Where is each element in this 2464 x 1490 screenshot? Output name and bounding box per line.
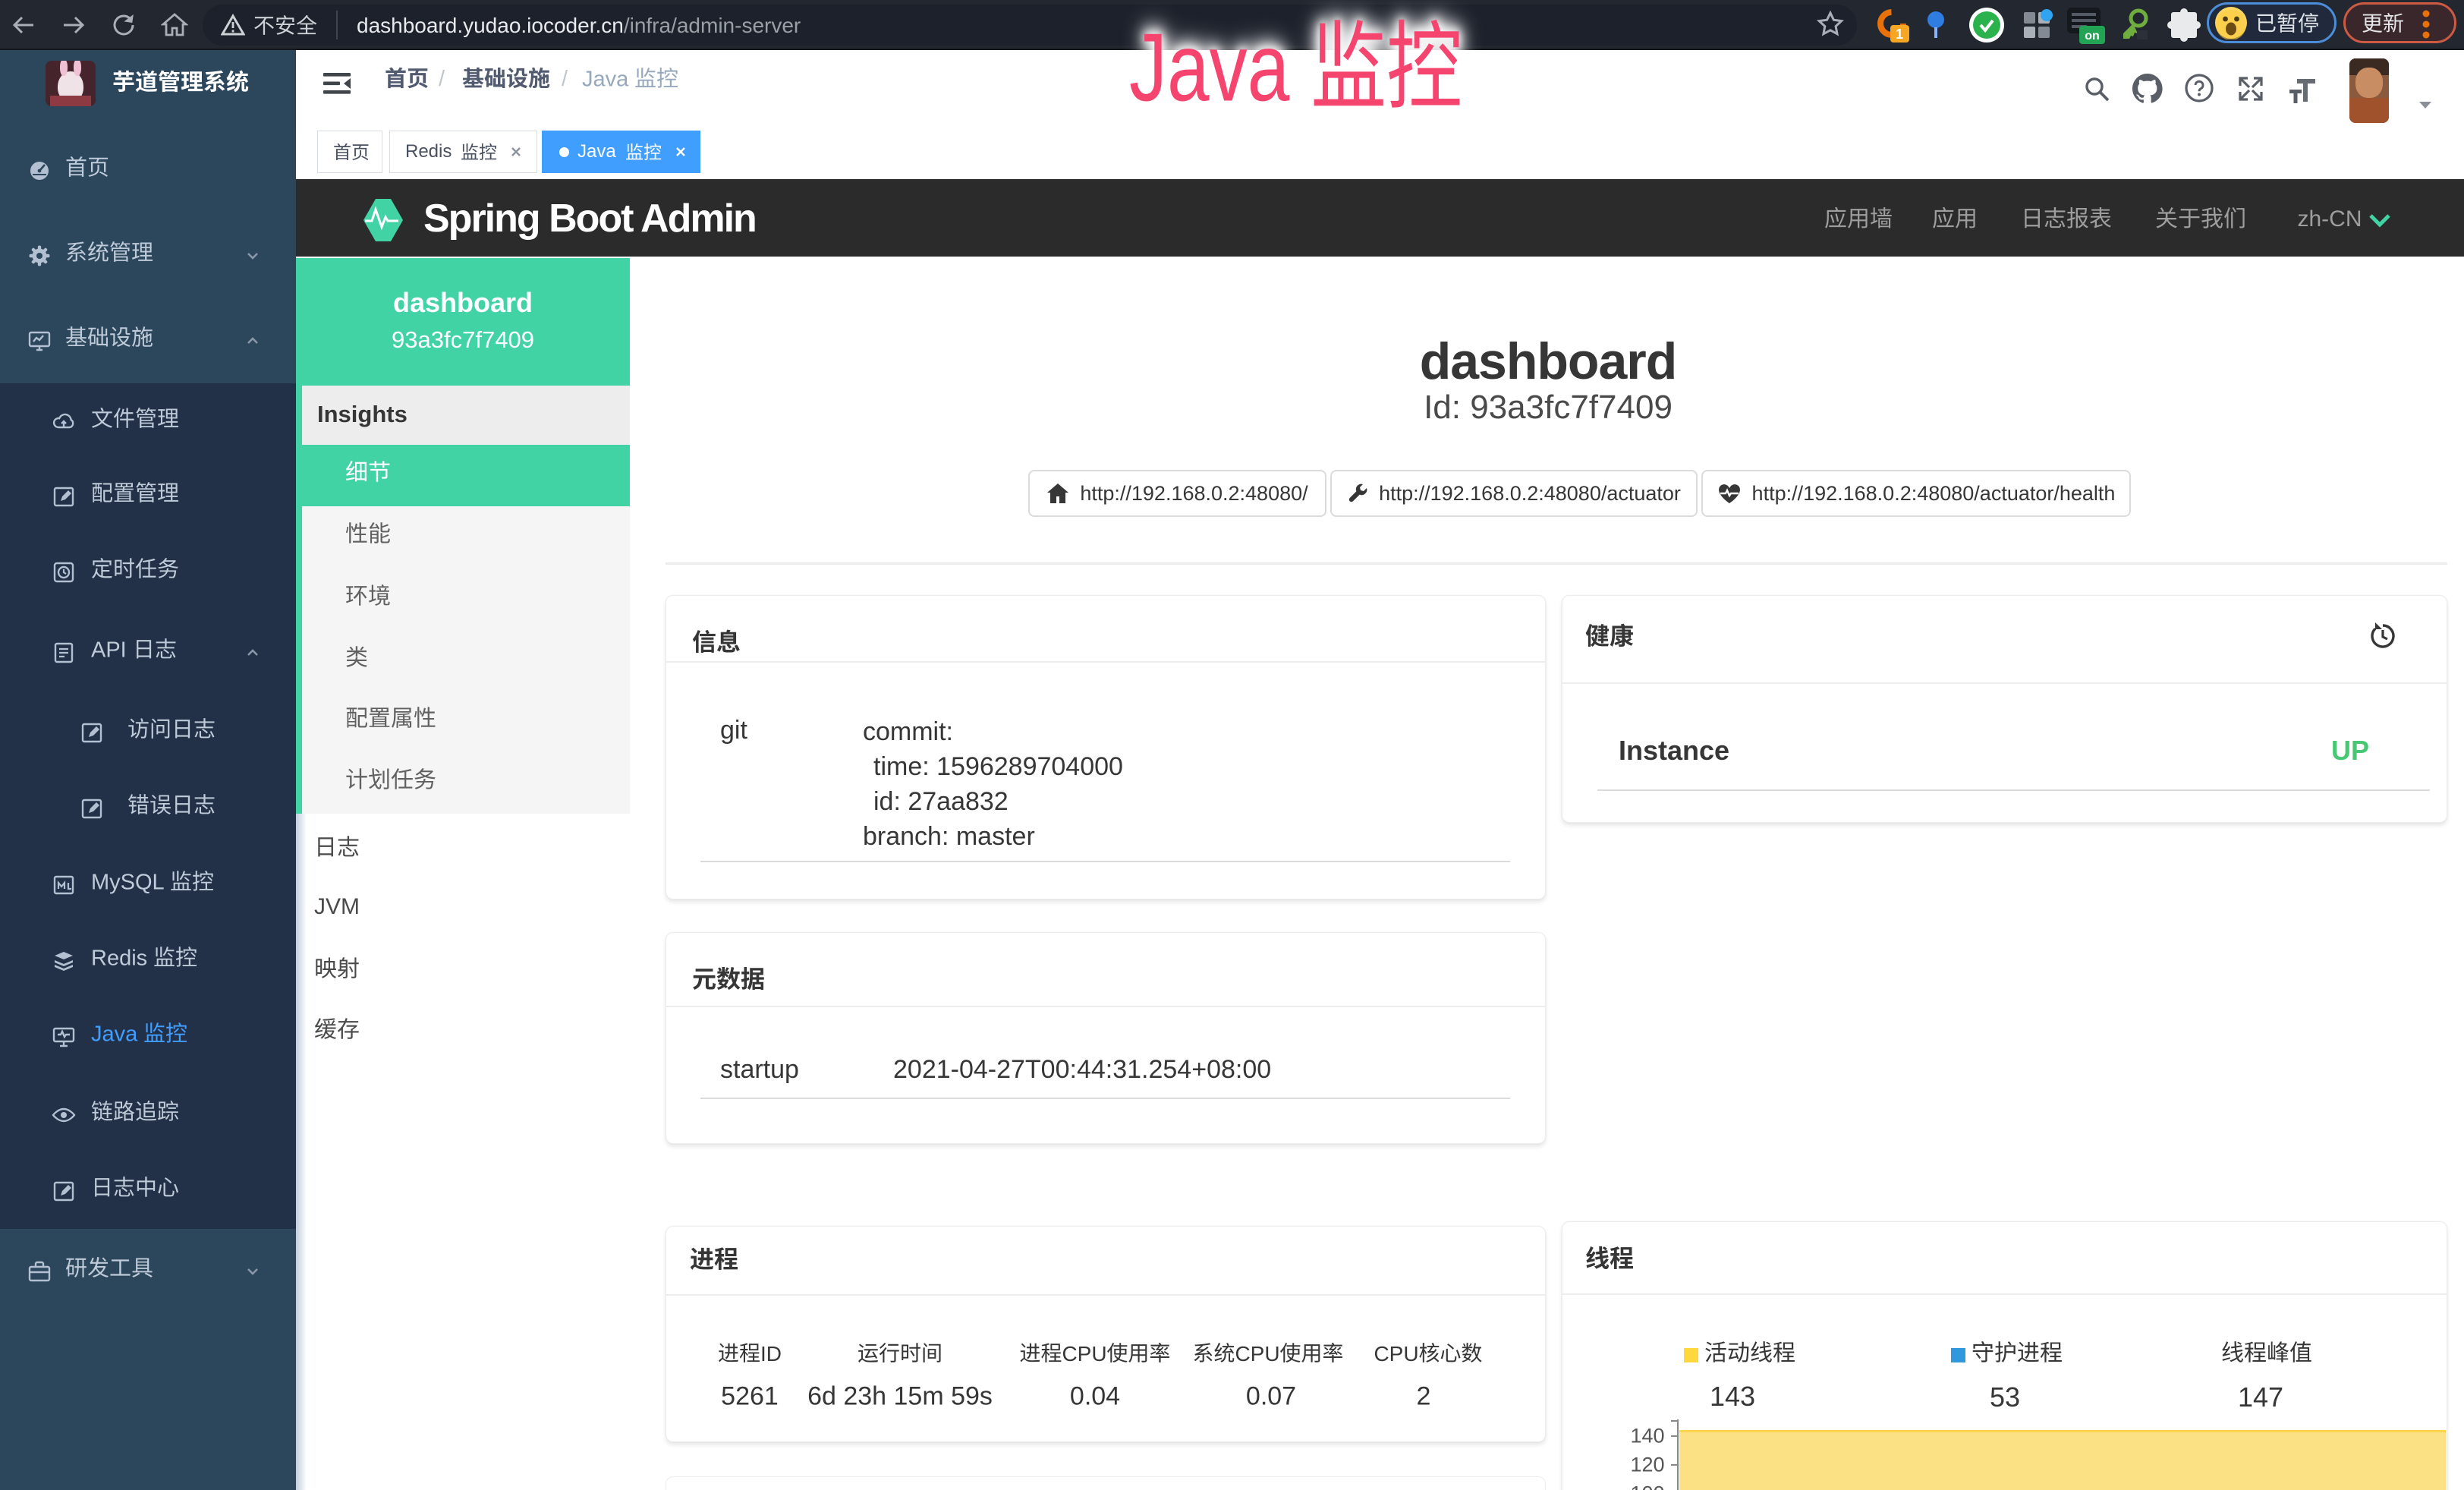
svg-text:on: on bbox=[2085, 30, 2100, 43]
svg-text:1: 1 bbox=[1896, 27, 1903, 42]
